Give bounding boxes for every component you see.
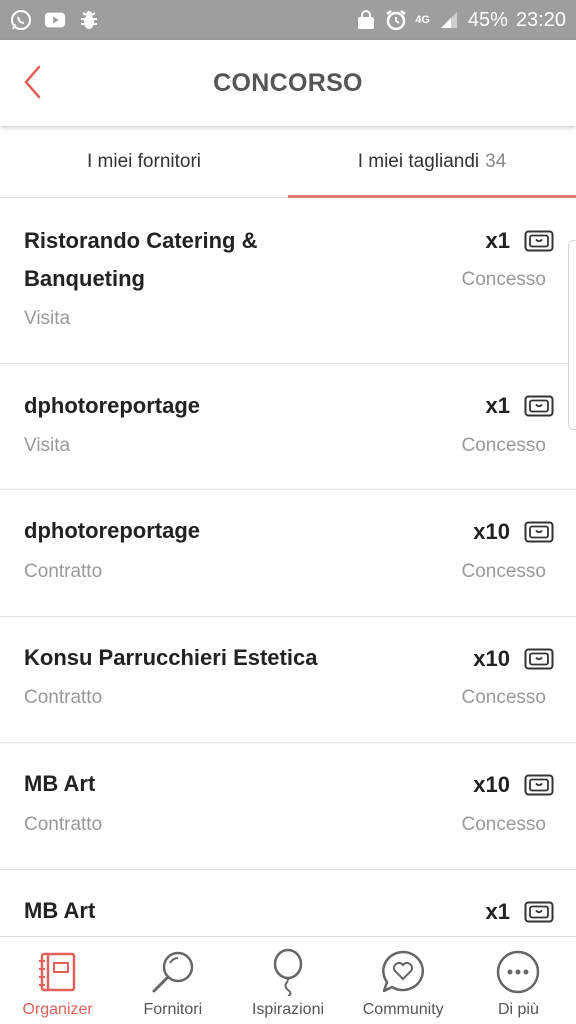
- nav-vendors[interactable]: Fornitori: [115, 937, 230, 1024]
- list-item[interactable]: dphotoreportage Contratto x10 Concesso: [0, 490, 576, 617]
- ticket-icon: [524, 774, 554, 796]
- alarm-icon: [385, 9, 407, 31]
- bottom-navigation: Organizer Fornitori Ispirazioni Communit…: [0, 936, 576, 1024]
- nav-more[interactable]: Di più: [461, 937, 576, 1024]
- chevron-left-icon: [24, 65, 41, 99]
- more-icon: [493, 947, 543, 997]
- coupon-quantity: x1: [485, 228, 510, 253]
- vendor-name: Ristorando Catering &: [24, 228, 258, 253]
- ticket-icon: [524, 648, 554, 670]
- whatsapp-icon: [10, 9, 32, 31]
- vendor-name: MB Art: [24, 771, 96, 796]
- coupon-status: Concesso: [461, 561, 547, 582]
- coupon-quantity: x10: [473, 646, 510, 671]
- vendor-name: Konsu Parrucchieri Estetica: [24, 645, 318, 670]
- coupon-type: Contratto: [24, 814, 103, 835]
- tab-label: I miei fornitori: [86, 150, 202, 172]
- coupon-type: Contratto: [24, 687, 103, 708]
- coupon-quantity: x10: [473, 519, 510, 544]
- nav-label: Organizer: [22, 1001, 93, 1018]
- vendor-name-continued: Banqueting: [24, 266, 145, 291]
- tab-my-coupons[interactable]: I miei tagliandi 34: [288, 126, 576, 198]
- vendor-name: dphotoreportage: [24, 518, 200, 543]
- signal-icon: [438, 9, 460, 31]
- system-indicators: 4G 45% 23:20: [355, 9, 566, 32]
- nav-label: Community: [362, 1001, 444, 1018]
- list-item[interactable]: dphotoreportage Visita x1 Concesso: [0, 364, 576, 490]
- chat-heart-icon: [378, 947, 428, 997]
- vendor-name: dphotoreportage: [24, 393, 200, 418]
- screen-lock-icon: [355, 9, 377, 31]
- coupon-type: Visita: [24, 308, 71, 329]
- ticket-icon: [524, 901, 554, 923]
- network-type: 4G: [415, 14, 430, 26]
- coupon-status: Concesso: [461, 814, 547, 835]
- list-item[interactable]: Konsu Parrucchieri Estetica Contratto x1…: [0, 617, 576, 743]
- balloon-icon: [263, 947, 313, 997]
- coupon-type: Contratto: [24, 561, 103, 582]
- battery-level: 45%: [467, 8, 508, 31]
- list-item[interactable]: MB Art x1: [0, 870, 576, 936]
- app-header: CONCORSO: [0, 40, 576, 126]
- page-title: CONCORSO: [213, 68, 363, 97]
- coupon-status: Concesso: [461, 435, 547, 456]
- nav-label: Ispirazioni: [251, 1001, 325, 1018]
- list-item[interactable]: Ristorando Catering & Banqueting Visita …: [0, 199, 576, 364]
- tab-my-vendors[interactable]: I miei fornitori: [0, 126, 288, 197]
- youtube-icon: [44, 9, 66, 31]
- notebook-icon: [33, 947, 83, 997]
- nav-community[interactable]: Community: [346, 937, 461, 1024]
- coupon-status: Concesso: [461, 269, 547, 290]
- coupon-quantity: x1: [485, 899, 510, 924]
- coupon-quantity: x1: [485, 393, 510, 418]
- coupon-count: 34: [485, 150, 507, 172]
- tab-bar: I miei fornitori I miei tagliandi 34: [0, 126, 576, 198]
- magnifier-icon: [148, 947, 198, 997]
- tab-label: I miei tagliandi: [357, 150, 480, 172]
- nav-organizer[interactable]: Organizer: [0, 937, 115, 1024]
- clock: 23:20: [515, 8, 566, 31]
- coupon-status: Concesso: [461, 687, 547, 708]
- bug-icon: [78, 9, 100, 31]
- coupon-list: Ristorando Catering & Banqueting Visita …: [0, 199, 576, 936]
- list-item[interactable]: MB Art Contratto x10 Concesso: [0, 743, 576, 870]
- edge-panel-handle[interactable]: [568, 240, 576, 430]
- notification-icons: [10, 9, 100, 31]
- nav-inspiration[interactable]: Ispirazioni: [230, 937, 345, 1024]
- ticket-icon: [524, 521, 554, 543]
- status-bar: 4G 45% 23:20: [0, 0, 576, 40]
- coupon-quantity: x10: [473, 772, 510, 797]
- nav-label: Fornitori: [143, 1001, 203, 1018]
- ticket-icon: [524, 230, 554, 252]
- ticket-icon: [524, 395, 554, 417]
- coupon-type: Visita: [24, 435, 71, 456]
- nav-label: Di più: [497, 1001, 539, 1018]
- vendor-name: MB Art: [24, 898, 96, 923]
- back-button[interactable]: [14, 62, 50, 102]
